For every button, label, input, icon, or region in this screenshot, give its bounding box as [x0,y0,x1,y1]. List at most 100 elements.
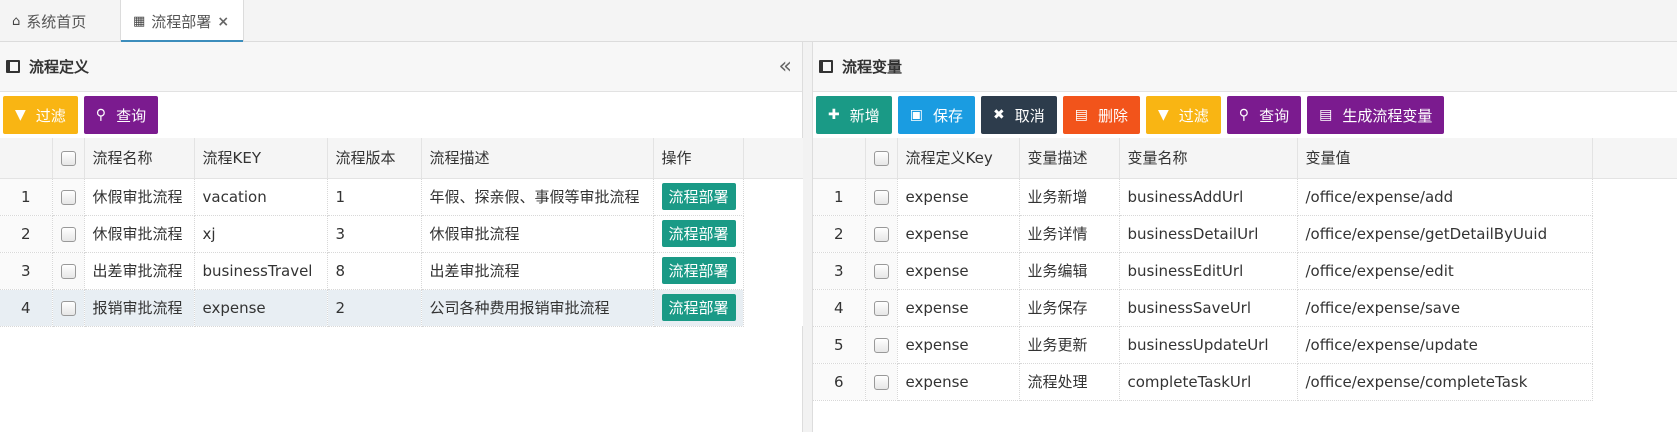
variable-description: 业务新增 [1019,178,1120,216]
process-definition-panel: 流程定义 « ▼ 过滤 ⚲ 查询 流程名称 流程KEY 流程版本 流程描述 操作 [0,42,803,432]
variable-name: businessEditUrl [1119,252,1298,290]
row-filler [1592,326,1677,363]
variable-value: /office/expense/update [1297,326,1593,364]
file-text-icon: ▤ [1319,107,1333,123]
row-filler [743,178,803,215]
row-checkbox[interactable] [865,252,898,290]
variable-name: businessAddUrl [1119,178,1298,216]
row-checkbox[interactable] [865,326,898,364]
deploy-button[interactable]: 流程部署 [661,183,736,210]
filter-icon: ▼ [15,107,26,123]
row-number: 6 [813,363,866,401]
table-row[interactable]: 3 expense 业务编辑 businessEditUrl /office/e… [813,252,1677,290]
table-row[interactable]: 1 休假审批流程 vacation 1 年假、探亲假、事假等审批流程 流程部署 [0,178,803,216]
process-version: 1 [327,178,422,216]
button-label: 保存 [932,106,963,125]
column-header[interactable]: 流程KEY [194,138,328,179]
process-name: 出差审批流程 [84,252,195,290]
tab-label: 流程部署 [151,13,212,31]
row-checkbox[interactable] [865,178,898,216]
column-header[interactable]: 流程定义Key [897,138,1020,179]
search-button[interactable]: ⚲ 查询 [83,96,159,134]
row-filler [1592,363,1677,400]
column-header[interactable]: 操作 [653,138,744,179]
select-all-checkbox[interactable] [52,138,85,179]
definition-key: expense [897,289,1020,327]
process-description: 年假、探亲假、事假等审批流程 [421,178,654,216]
row-checkbox[interactable] [865,363,898,401]
delete-button[interactable]: ▤ 删除 [1062,96,1140,134]
column-header[interactable]: 流程名称 [84,138,195,179]
select-all-checkbox[interactable] [865,138,898,179]
table-row[interactable]: 2 expense 业务详情 businessDetailUrl /office… [813,215,1677,253]
panel-title: 流程变量 [842,58,903,76]
row-filler [1592,215,1677,252]
deploy-button[interactable]: 流程部署 [661,257,736,284]
book-icon [819,60,833,73]
filter-button[interactable]: ▼ 过滤 [1146,96,1221,134]
filter-button[interactable]: ▼ 过滤 [3,96,78,134]
cancel-button[interactable]: ✖ 取消 [981,96,1057,134]
table-row[interactable]: 4 expense 业务保存 businessSaveUrl /office/e… [813,289,1677,327]
filter-icon: ▼ [1158,107,1169,123]
close-icon[interactable]: × [217,14,229,30]
save-icon: ▣ [909,107,923,123]
tab-home[interactable]: ⌂ 系统首页 [0,0,112,42]
generate-variables-button[interactable]: ▤ 生成流程变量 [1307,96,1445,134]
process-name: 报销审批流程 [84,289,195,327]
variable-name: businessDetailUrl [1119,215,1298,253]
column-header[interactable]: 变量值 [1297,138,1593,179]
row-checkbox[interactable] [52,215,85,253]
header-filler [743,138,803,179]
variable-value: /office/expense/completeTask [1297,363,1593,401]
column-header[interactable]: 流程版本 [327,138,422,179]
table-header-row: 流程定义Key 变量描述 变量名称 变量值 [813,138,1677,179]
column-header[interactable]: 变量描述 [1019,138,1120,179]
row-filler [1592,178,1677,215]
table-row[interactable]: 1 expense 业务新增 businessAddUrl /office/ex… [813,178,1677,216]
deploy-button[interactable]: 流程部署 [661,294,736,321]
table-row[interactable]: 3 出差审批流程 businessTravel 8 出差审批流程 流程部署 [0,252,803,290]
panel-header: 流程变量 [813,42,1677,92]
column-header[interactable]: 流程描述 [421,138,654,179]
row-checkbox[interactable] [865,289,898,327]
row-checkbox[interactable] [865,215,898,253]
row-checkbox[interactable] [52,252,85,290]
collapse-icon[interactable]: « [779,54,792,79]
process-name: 休假审批流程 [84,215,195,253]
process-version: 8 [327,252,422,290]
row-checkbox[interactable] [52,178,85,216]
process-variable-table: 流程定义Key 变量描述 变量名称 变量值 1 expense 业务新增 bus… [813,138,1677,401]
row-filler [1592,289,1677,326]
process-version: 2 [327,289,422,327]
table-row[interactable]: 5 expense 业务更新 businessUpdateUrl /office… [813,326,1677,364]
add-button[interactable]: ✚ 新增 [816,96,892,134]
action-cell: 流程部署 [653,215,744,253]
table-row[interactable]: 6 expense 流程处理 completeTaskUrl /office/e… [813,363,1677,401]
variable-name: businessUpdateUrl [1119,326,1298,364]
variable-name: businessSaveUrl [1119,289,1298,327]
row-number: 1 [0,178,53,216]
row-filler [743,289,803,326]
table-row[interactable]: 2 休假审批流程 xj 3 休假审批流程 流程部署 [0,215,803,253]
search-button[interactable]: ⚲ 查询 [1226,96,1302,134]
row-number: 4 [0,289,53,327]
button-label: 删除 [1097,106,1128,125]
row-checkbox[interactable] [52,289,85,327]
definition-key: expense [897,363,1020,401]
book-icon [6,60,20,73]
variable-description: 业务更新 [1019,326,1120,364]
sitemap-icon: ▦ [133,14,146,29]
variable-description: 业务保存 [1019,289,1120,327]
deploy-button[interactable]: 流程部署 [661,220,736,247]
column-header[interactable]: 变量名称 [1119,138,1298,179]
row-number: 5 [813,326,866,364]
save-button[interactable]: ▣ 保存 [897,96,975,134]
toolbar: ✚ 新增 ▣ 保存 ✖ 取消 ▤ 删除 ▼ 过滤 ⚲ 查询 ▤ 生成流程变量 [813,92,1677,138]
panel-splitter[interactable] [803,42,812,432]
table-row[interactable]: 4 报销审批流程 expense 2 公司各种费用报销审批流程 流程部署 [0,289,803,327]
process-variable-panel: 流程变量 ✚ 新增 ▣ 保存 ✖ 取消 ▤ 删除 ▼ 过滤 ⚲ 查询 ▤ 生成流… [812,42,1677,432]
process-description: 出差审批流程 [421,252,654,290]
tab-process-deploy[interactable]: ▦ 流程部署 × [120,0,244,43]
table-header-row: 流程名称 流程KEY 流程版本 流程描述 操作 [0,138,803,179]
